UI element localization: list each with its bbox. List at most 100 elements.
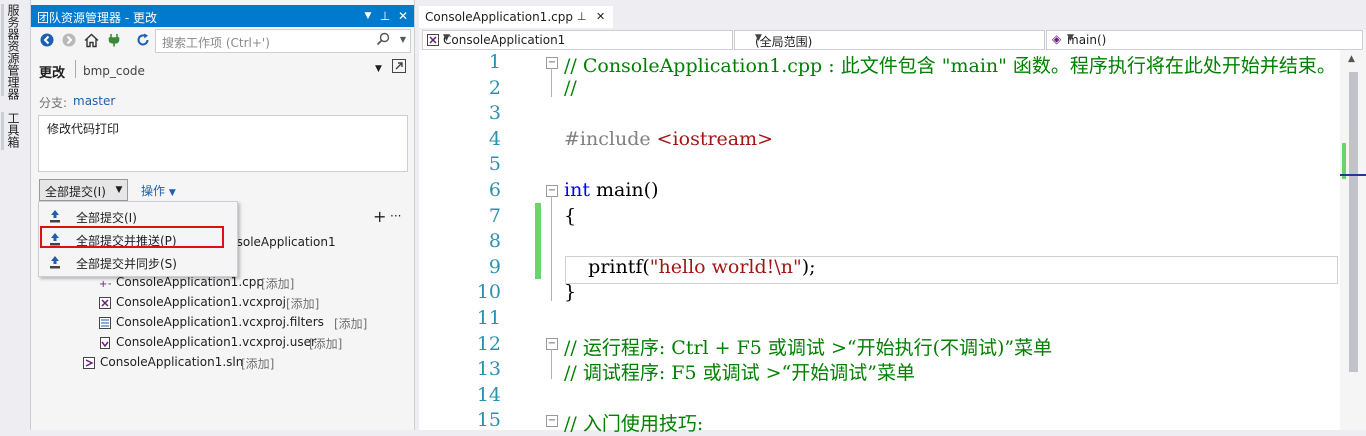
code-token: // 调试程序: F5 或调试 >“开始调试”菜单 [564,362,915,385]
side-tool-strip: 服务器资源管理器 工具箱 [0,0,31,430]
code-token: // ConsoleApplication1.cpp : 此文件包含 "main… [564,55,1336,77]
home-icon[interactable] [83,33,99,49]
folder-item[interactable]: nsoleApplication1 [229,235,336,249]
commit-message-field[interactable]: 修改代码打印 [38,115,408,172]
line-number: 15 [476,409,501,432]
branch-link[interactable]: master [73,94,115,108]
file-status: [添加] [334,317,368,331]
code-line: } [564,281,576,303]
highlight-box [40,226,224,248]
side-tab-toolbox[interactable]: 工具箱 [6,112,22,148]
file-name: ConsoleApplication1.vcxproj [116,295,286,309]
code-token: // 运行程序: Ctrl + F5 或调试 >“开始执行(不调试)”菜单 [564,336,1053,359]
side-tab-bar [1,4,4,96]
close-icon[interactable]: ✕ [395,8,411,24]
add-icon[interactable]: + [373,207,386,226]
pin-icon[interactable]: ⊥ [377,8,393,24]
commit-dropdown-menu: 全部提交(I) 全部提交并推送(P) 全部提交并同步(S) [38,201,238,277]
commit-icon [50,210,60,223]
menu-item-commit-all[interactable]: 全部提交(I) [39,205,237,227]
more-icon[interactable]: ··· [390,209,401,223]
team-explorer-panel: 团队资源管理器 - 更改 ▼ ⊥ ✕ 搜索工作项 (Ctrl+') ▼ 更改 b… [31,0,415,430]
branch-label: 分支: [39,96,68,110]
commit-dropdown-icon[interactable]: ▼ [111,179,128,201]
repo-name: bmp_code [83,64,145,78]
search-options-icon[interactable]: ▼ [400,35,406,44]
function-icon: ◈ [1052,32,1062,46]
fold-line [551,349,552,379]
commit-sync-icon [50,256,60,269]
line-number: 9 [488,255,501,278]
pin-icon[interactable]: ⊥ [577,10,587,23]
fold-toggle[interactable]: − [546,338,558,350]
actions-label: 操作 [141,184,166,198]
tab-label: ConsoleApplication1.cpp [425,10,573,24]
code-token: main() [589,179,659,201]
search-box[interactable]: 搜索工作项 (Ctrl+') ▼ [155,29,411,53]
fold-toggle[interactable]: − [546,415,558,427]
code-token: int [564,179,590,201]
code-line: // 入门使用技巧: [564,409,703,436]
panel-title: 团队资源管理器 - 更改 [37,11,157,25]
back-icon[interactable] [39,33,55,49]
filters-file-icon [99,317,111,329]
vertical-scrollbar[interactable]: ▲ [1340,50,1366,430]
fold-toggle[interactable]: − [546,185,558,197]
scope-dropdown[interactable]: (全局范围) ▼ [734,30,1045,50]
refresh-icon[interactable] [135,33,151,49]
forward-icon[interactable] [61,33,77,49]
code-token: // 入门使用技巧: [564,413,704,436]
line-number: 10 [476,281,501,304]
code-line: int main() [564,179,658,201]
line-number: 6 [488,179,501,201]
line-number: 5 [488,153,501,176]
code-line: // 运行程序: Ctrl + F5 或调试 >“开始执行(不调试)”菜单 [564,333,1052,360]
commit-all-label: 全部提交(I) [45,185,106,199]
cpp-file-icon: ++ [99,279,111,289]
tab-console-application-cpp[interactable]: ConsoleApplication1.cpp ⊥ ✕ [419,6,613,28]
user-file-icon [100,337,110,349]
connect-icon[interactable] [106,33,122,49]
chevron-down-icon: ▼ [168,188,176,198]
menu-item-commit-and-sync[interactable]: 全部提交并同步(S) [39,251,237,273]
scroll-up-icon[interactable]: ▲ [1348,54,1355,64]
caret-position-marker [1340,174,1366,176]
menu-item-label: 全部提交并同步(S) [76,257,177,271]
file-status: [添加] [261,277,295,291]
page-dropdown-icon[interactable]: ▼ [375,64,382,74]
line-number: 3 [488,102,501,125]
line-number: 14 [476,383,501,406]
fold-line [551,68,552,97]
change-marker [535,203,541,279]
project-dropdown[interactable]: ConsoleApplication1 ▼ [422,30,733,50]
line-number: 11 [476,307,501,329]
chevron-down-icon: ▼ [755,33,762,43]
undock-icon[interactable] [391,58,407,74]
code-token: "hello world!\n" [649,255,802,278]
side-tab-server-explorer[interactable]: 服务器资源管理器 [6,4,22,100]
code-token: #include [564,127,657,150]
title-divider [75,60,76,78]
code-line: #include <iostream> [564,128,773,150]
code-editor[interactable]: − − − − 1 // ConsoleApplication1.cpp : 此文… [419,50,1340,435]
project-file-icon [99,297,111,309]
search-input[interactable]: 搜索工作项 (Ctrl+') [162,34,270,51]
page-title: 更改 [39,66,66,81]
close-icon[interactable]: ✕ [596,10,605,23]
actions-menu[interactable]: 操作 ▼ [141,182,176,199]
chevron-down-icon: ▼ [1067,33,1074,43]
member-dropdown[interactable]: ◈ main() ▼ [1046,30,1363,50]
search-icon[interactable] [376,32,390,49]
code-line: // [564,77,577,99]
code-token: ); [801,255,816,278]
scroll-thumb[interactable] [1349,72,1358,372]
line-number: 1 [488,51,501,73]
fold-toggle[interactable]: − [546,57,558,69]
code-line: // ConsoleApplication1.cpp : 此文件包含 "main… [564,51,1336,78]
code-token: { [564,204,577,227]
code-line: { [564,205,576,227]
code-token: // [564,76,577,99]
window-position-icon[interactable]: ▼ [360,8,376,24]
commit-all-button[interactable]: 全部提交(I) [39,179,113,201]
line-number: 7 [488,204,501,227]
